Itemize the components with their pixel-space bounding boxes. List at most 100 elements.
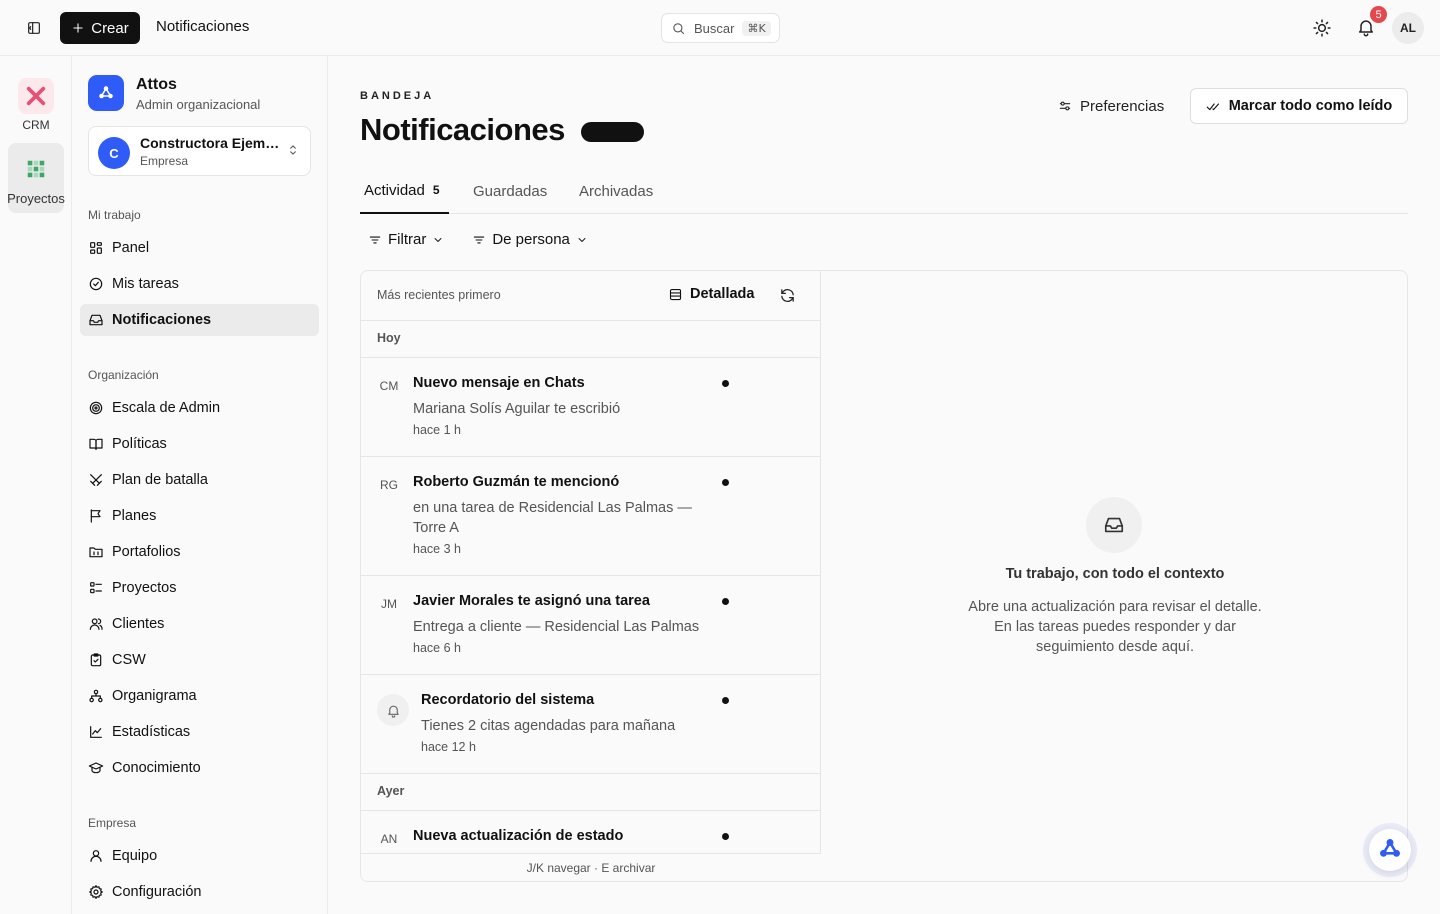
check-circle-icon — [88, 276, 104, 292]
view-mode-button[interactable]: Detallada — [668, 286, 754, 302]
mark-all-read-button[interactable]: Marcar todo como leído — [1190, 88, 1408, 124]
notification-count-badge: 5 — [1370, 6, 1387, 23]
sidebar-item-panel[interactable]: Panel — [80, 232, 319, 264]
sidebar-item-label: Panel — [112, 240, 150, 256]
org-header: Attos Admin organizacional — [88, 75, 318, 115]
sidebar-item-label: Políticas — [112, 436, 167, 452]
sidebar-item-label: Conocimiento — [112, 760, 201, 776]
settings-sliders-icon — [1058, 99, 1072, 113]
inbox-icon — [1086, 497, 1142, 553]
search-input[interactable]: Buscar ⌘K — [661, 13, 780, 43]
search-icon — [671, 21, 686, 36]
crm-logo-icon — [18, 78, 54, 114]
sidebar-item-portafolios[interactable]: Portafolios — [80, 536, 319, 568]
notifications-panel: Más recientes primero Detallada Hoy CM N… — [360, 270, 1408, 882]
from-person-filter[interactable]: De persona — [472, 231, 588, 248]
sidebar-item-organigrama[interactable]: Organigrama — [80, 680, 319, 712]
graduation-cap-icon — [88, 760, 104, 776]
nav-empresa: Equipo Configuración — [80, 840, 319, 912]
notification-title: Javier Morales te asignó una tarea — [413, 593, 650, 609]
sidebar-item-plan-de-batalla[interactable]: Plan de batalla — [80, 464, 319, 496]
section-title-empresa: Empresa — [88, 816, 137, 830]
group-header-hoy: Hoy — [361, 320, 821, 358]
notification-time: hace 1 h — [413, 423, 461, 437]
folder-icon — [88, 544, 104, 560]
sidebar-item-equipo[interactable]: Equipo — [80, 840, 319, 872]
rail-item-crm[interactable]: CRM — [8, 74, 64, 138]
company-switcher[interactable]: C Constructora Ejemplo Empresa — [88, 126, 311, 176]
company-name: Constructora Ejemplo — [140, 135, 280, 151]
list-item[interactable]: JM Javier Morales te asignó una tarea En… — [361, 575, 821, 675]
sidebar-item-label: Portafolios — [112, 544, 181, 560]
flag-icon — [88, 508, 104, 524]
empty-state-description: Abre una actualización para revisar el d… — [968, 599, 1262, 655]
sidebar-item-proyectos[interactable]: Proyectos — [80, 572, 319, 604]
target-icon — [88, 400, 104, 416]
gear-icon — [88, 884, 104, 900]
tab-actividad[interactable]: Actividad 5 — [360, 168, 449, 214]
sidebar-item-label: Plan de batalla — [112, 472, 208, 488]
unread-dot — [722, 479, 729, 486]
sidebar-item-mis-tareas[interactable]: Mis tareas — [80, 268, 319, 300]
tab-label: Actividad — [364, 181, 425, 199]
sidebar-item-label: Planes — [112, 508, 157, 524]
preferences-button[interactable]: Preferencias — [1058, 96, 1164, 116]
sidebar-item-notificaciones[interactable]: Notificaciones — [80, 304, 319, 336]
notification-desc: en una tarea de Residencial Las Palmas —… — [413, 500, 692, 536]
sidebar-item-csw[interactable]: CSW — [80, 644, 319, 676]
sidebar-item-estadisticas[interactable]: Estadísticas — [80, 716, 319, 748]
list-item[interactable]: CM Nuevo mensaje en Chats Mariana Solís … — [361, 357, 821, 457]
nav-mi-trabajo: Panel Mis tareas Notificaciones — [80, 232, 319, 340]
search-placeholder: Buscar — [694, 20, 735, 36]
keyboard-hint: J/K navegar · E archivar — [361, 853, 821, 881]
notification-time: hace 12 h — [421, 740, 476, 754]
chevron-up-down-icon — [286, 143, 300, 157]
sidebar-item-label: Proyectos — [112, 580, 177, 596]
unread-dot — [722, 598, 729, 605]
notification-time: hace 3 h — [413, 542, 461, 556]
sidebar-item-conocimiento[interactable]: Conocimiento — [80, 752, 319, 784]
sidebar-item-label: CSW — [112, 652, 146, 668]
create-button[interactable]: Crear — [60, 12, 140, 44]
assistant-fab-button[interactable] — [1369, 829, 1411, 871]
tab-bar: Actividad 5 Guardadas Archivadas — [360, 168, 1408, 214]
sidebar-item-clientes[interactable]: Clientes — [80, 608, 319, 640]
unread-dot — [722, 380, 729, 387]
sidebar-item-configuracion[interactable]: Configuración — [80, 876, 319, 908]
sidebar: Attos Admin organizacional C Constructor… — [72, 56, 328, 914]
main-content: BANDEJA Notificaciones Preferencias Marc… — [328, 56, 1440, 914]
page-title: Notificaciones — [360, 112, 565, 147]
users-icon — [88, 616, 104, 632]
company-avatar: C — [98, 137, 130, 169]
sidebar-item-politicas[interactable]: Políticas — [80, 428, 319, 460]
refresh-icon[interactable] — [779, 287, 796, 304]
rail-item-label: CRM — [22, 118, 50, 132]
list-item[interactable]: RG Roberto Guzmán te mencionó en una tar… — [361, 456, 821, 576]
rail-item-proyectos[interactable]: Proyectos — [7, 143, 65, 213]
title-redacted-pill — [581, 122, 644, 142]
user-avatar[interactable]: AL — [1392, 12, 1424, 44]
filter-icon — [368, 233, 382, 247]
tab-archivadas[interactable]: Archivadas — [579, 168, 653, 214]
tab-count: 5 — [432, 183, 440, 197]
section-title-organizacion: Organización — [88, 368, 159, 382]
filter-label: Filtrar — [388, 231, 427, 248]
list-item[interactable]: Recordatorio del sistema Tienes 2 citas … — [361, 674, 821, 774]
app-rail: CRM Proyectos — [0, 56, 72, 914]
sort-order-label[interactable]: Más recientes primero — [377, 288, 501, 302]
sidebar-toggle-icon[interactable] — [24, 18, 44, 38]
sidebar-item-planes[interactable]: Planes — [80, 500, 319, 532]
tab-guardadas[interactable]: Guardadas — [473, 168, 547, 214]
avatar: AN — [380, 832, 398, 846]
notification-title: Roberto Guzmán te mencionó — [413, 474, 620, 490]
filter-button[interactable]: Filtrar — [368, 231, 444, 248]
sun-icon[interactable] — [1311, 17, 1333, 39]
avatar: JM — [381, 597, 397, 611]
company-type: Empresa — [140, 154, 189, 168]
empty-state-title: Tu trabajo, con todo el contexto — [1005, 566, 1225, 582]
search-shortcut: ⌘K — [742, 20, 771, 36]
filter-icon — [472, 233, 486, 247]
unread-dot — [722, 697, 729, 704]
plus-icon — [71, 21, 85, 35]
sidebar-item-escala-de-admin[interactable]: Escala de Admin — [80, 392, 319, 424]
